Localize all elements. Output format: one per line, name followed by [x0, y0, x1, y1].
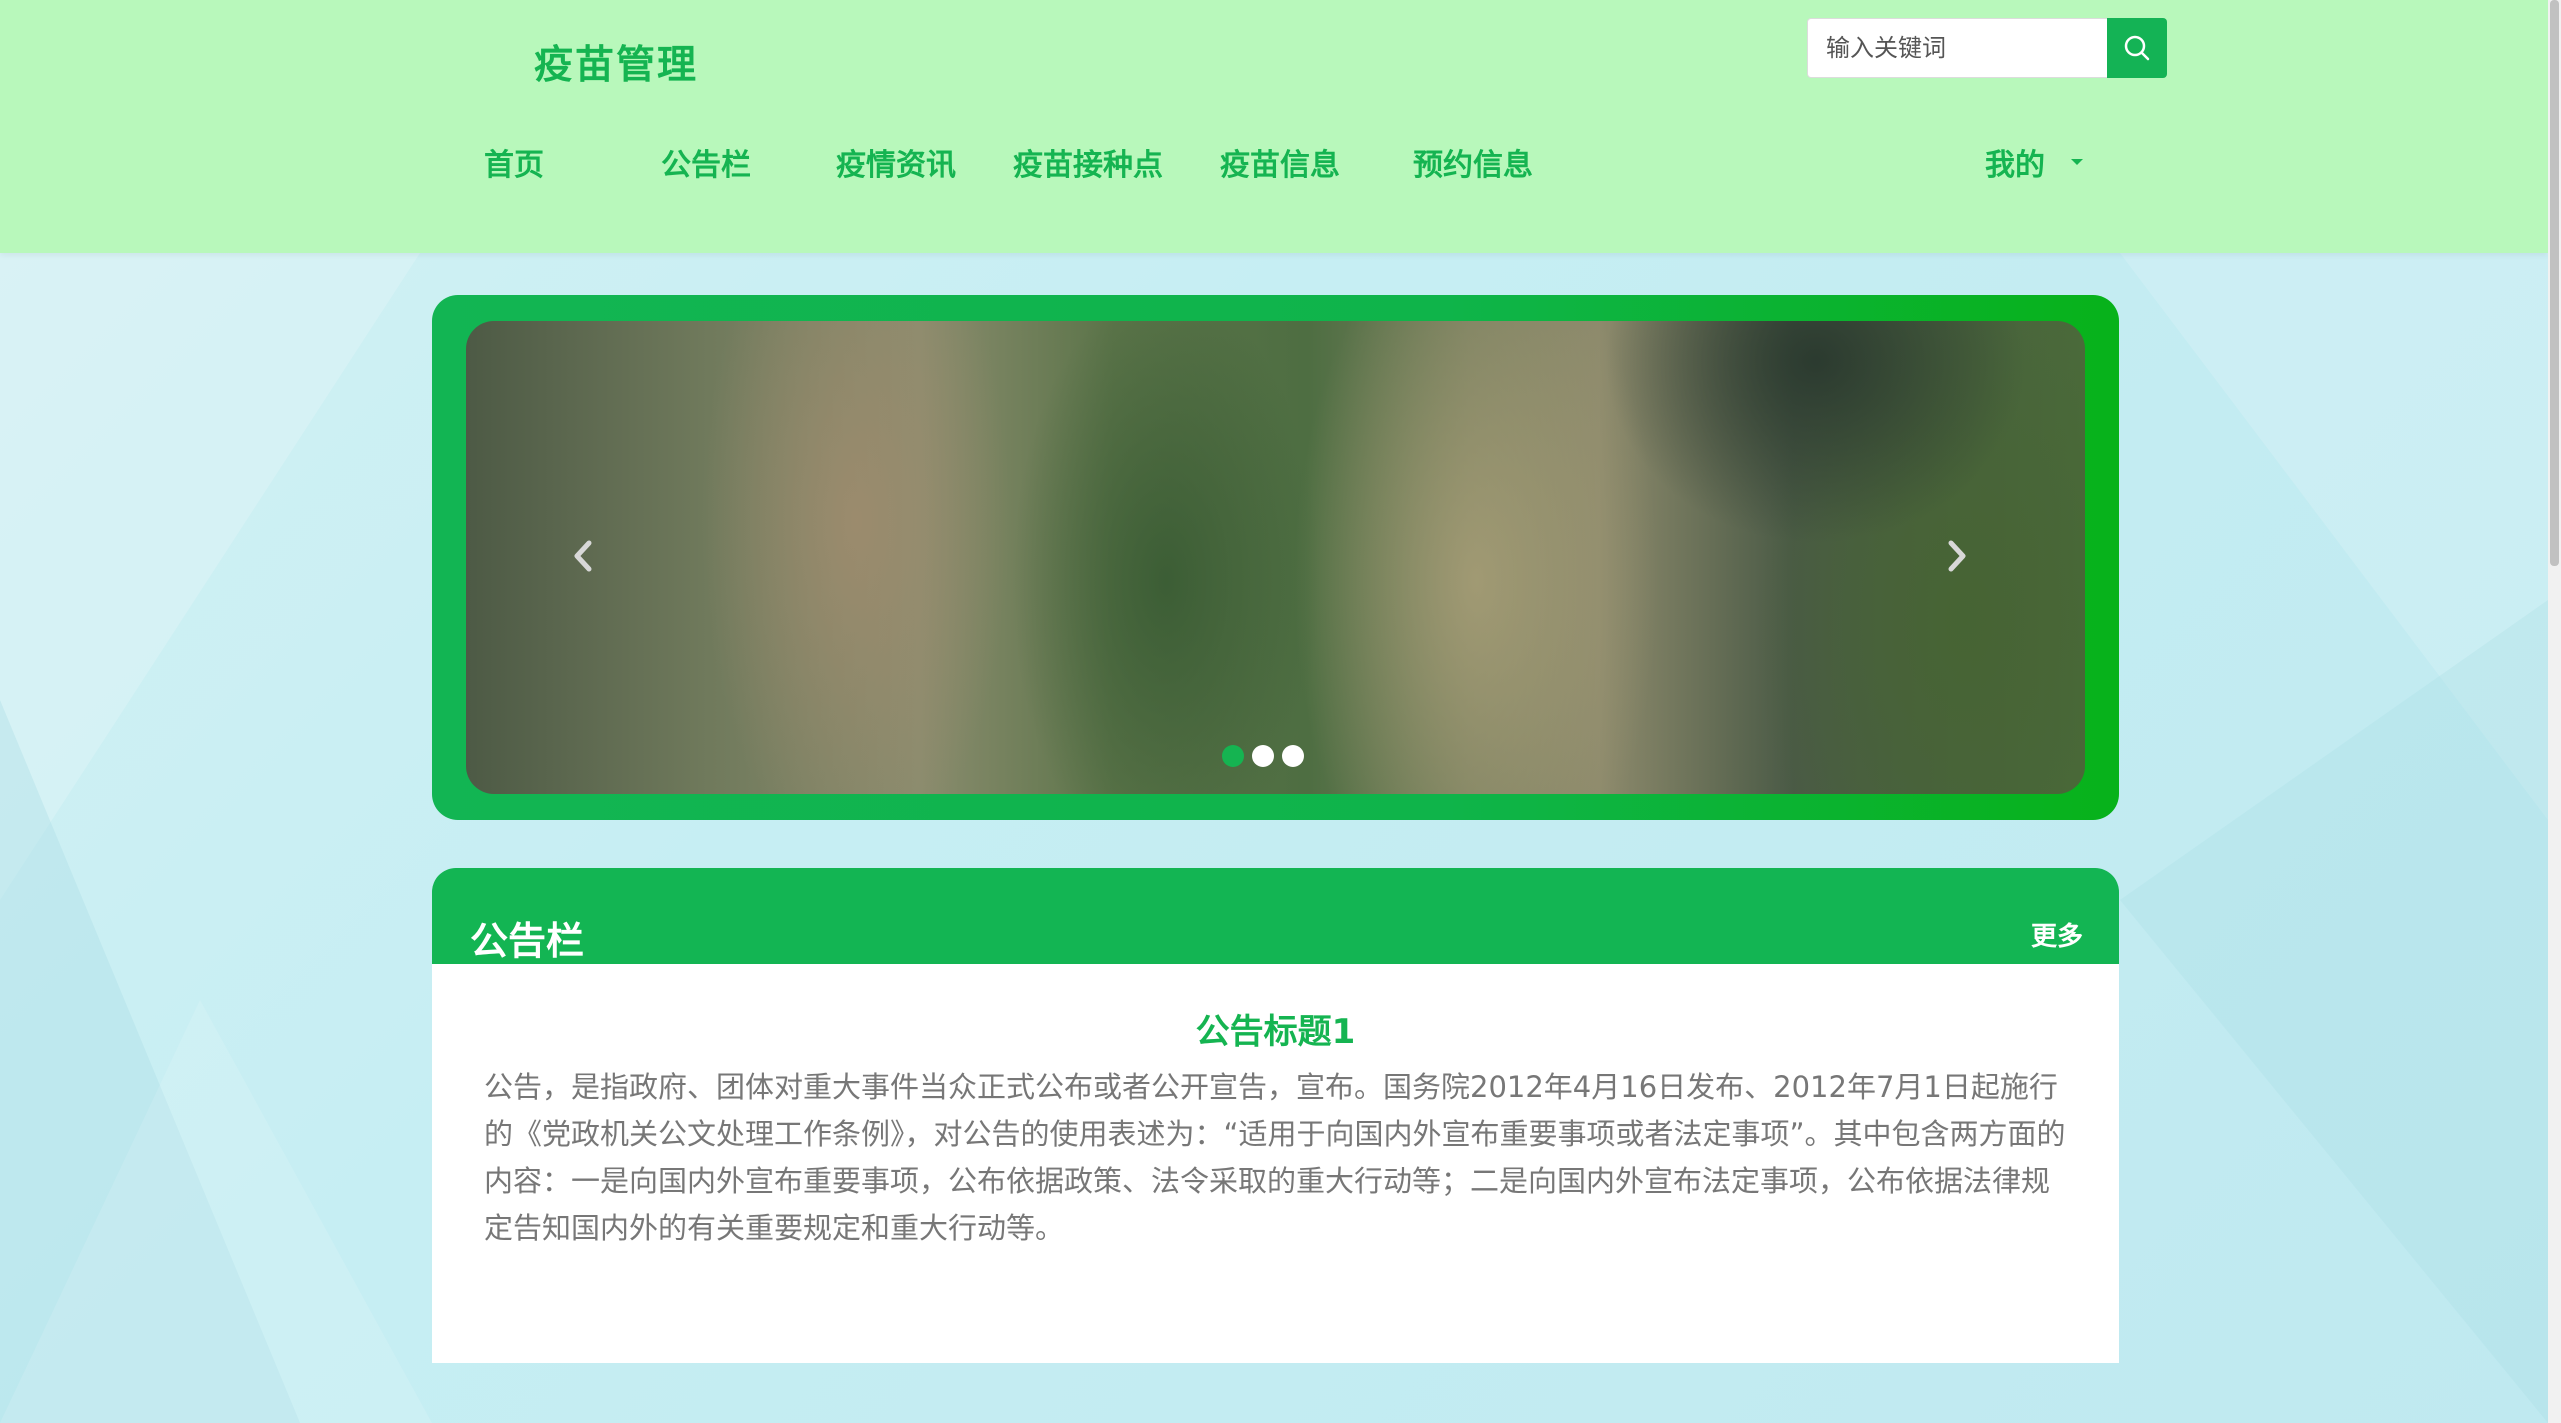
page-scrollbar[interactable]	[2548, 0, 2561, 1423]
nav-vaccination-sites[interactable]: 疫苗接种点	[1013, 140, 1163, 184]
notice-board-header: 公告栏 更多	[432, 868, 2119, 964]
search-button[interactable]	[2107, 18, 2167, 78]
notice-more-link[interactable]: 更多	[2031, 916, 2083, 953]
carousel-dot-3[interactable]	[1282, 745, 1304, 767]
carousel-next-button[interactable]	[1932, 531, 1982, 581]
site-header: 疫苗管理 首页 公告栏 疫情资讯 疫苗接种点 疫苗信息 预约信息 我的	[0, 0, 2548, 253]
carousel-dot-2[interactable]	[1252, 745, 1274, 767]
site-brand[interactable]: 疫苗管理	[534, 34, 698, 90]
chevron-left-icon	[574, 540, 592, 572]
chevron-right-icon	[1948, 540, 1966, 572]
carousel-indicators	[1222, 745, 1304, 767]
nav-home[interactable]: 首页	[484, 140, 544, 184]
nav-epidemic-news[interactable]: 疫情资讯	[836, 140, 956, 184]
nav-notice[interactable]: 公告栏	[661, 140, 751, 184]
caret-down-icon	[2071, 159, 2083, 165]
notice-board-title: 公告栏	[470, 919, 585, 963]
search-input[interactable]	[1807, 18, 2107, 78]
carousel-dot-1[interactable]	[1222, 745, 1244, 767]
notice-item-title[interactable]: 公告标题1	[432, 1004, 2119, 1053]
search-bar	[1807, 18, 2167, 78]
carousel-prev-button[interactable]	[558, 531, 608, 581]
user-menu[interactable]: 我的	[1985, 140, 2083, 184]
notice-item-text: 公告，是指政府、团体对重大事件当众正式公布或者公开宣告，宣布。国务院2012年4…	[484, 1070, 2066, 1245]
nav-vaccine-info[interactable]: 疫苗信息	[1220, 140, 1340, 184]
notice-board-body: 公告标题1 公告，是指政府、团体对重大事件当众正式公布或者公开宣告，宣布。国务院…	[432, 964, 2119, 1363]
nav-appointments[interactable]: 预约信息	[1413, 140, 1533, 184]
user-menu-label: 我的	[1985, 148, 2045, 183]
main-nav: 首页 公告栏 疫情资讯 疫苗接种点 疫苗信息 预约信息	[0, 140, 2548, 200]
search-icon	[2124, 35, 2150, 61]
notice-board: 公告栏 更多 公告标题1 公告，是指政府、团体对重大事件当众正式公布或者公开宣告…	[432, 868, 2119, 1363]
scrollbar-thumb[interactable]	[2550, 0, 2559, 566]
carousel-slide[interactable]	[466, 321, 2085, 794]
carousel-frame	[432, 295, 2119, 820]
